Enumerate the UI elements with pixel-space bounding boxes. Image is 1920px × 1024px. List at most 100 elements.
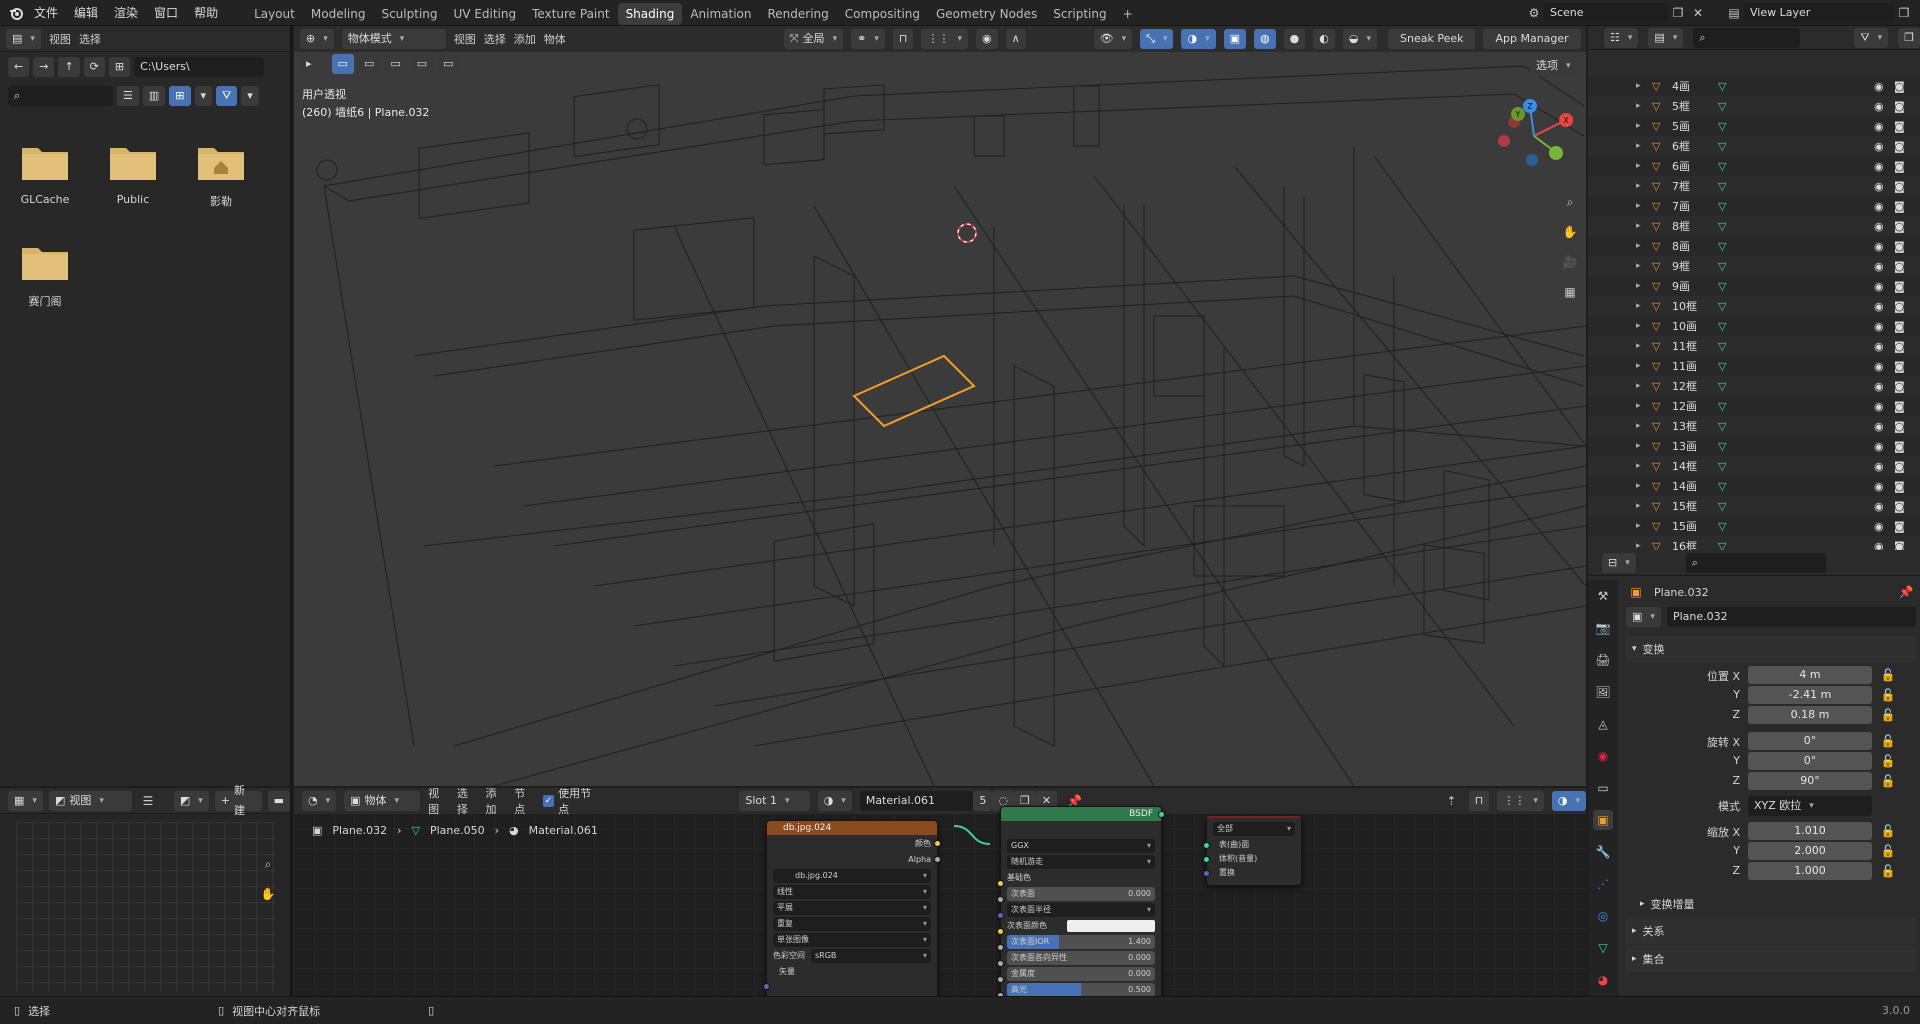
- sneak-peek-button[interactable]: Sneak Peek: [1388, 29, 1476, 49]
- xray-toggle[interactable]: ▣: [1223, 29, 1247, 49]
- render-camera-icon[interactable]: ◙: [1894, 240, 1905, 253]
- render-camera-icon[interactable]: ◙: [1894, 220, 1905, 233]
- zoom-icon[interactable]: ⌕: [1560, 192, 1580, 212]
- shading-material-button[interactable]: ◐: [1313, 29, 1335, 49]
- outliner-row[interactable]: ▸ ▽ 14画 ▽ ◉ ◙: [1588, 476, 1920, 496]
- eye-icon[interactable]: ◉: [1874, 300, 1884, 313]
- material-tab-icon[interactable]: ◕: [1593, 970, 1613, 990]
- expand-arrow-icon[interactable]: ▸: [1636, 521, 1641, 531]
- rotation-z-field[interactable]: 90°: [1748, 772, 1872, 790]
- lock-scale-z-icon[interactable]: 🔓: [1878, 861, 1898, 881]
- lock-rotation-z-icon[interactable]: 🔓: [1878, 771, 1898, 791]
- eye-icon[interactable]: ◉: [1874, 440, 1884, 453]
- app-manager-button[interactable]: App Manager: [1483, 29, 1581, 49]
- eye-icon[interactable]: ◉: [1874, 360, 1884, 373]
- outliner-row[interactable]: ▸ ▽ 7框 ▽ ◉ ◙: [1588, 176, 1920, 196]
- render-camera-icon[interactable]: ◙: [1894, 500, 1905, 513]
- file-menu-view[interactable]: 视图: [49, 31, 71, 47]
- render-camera-icon[interactable]: ◙: [1894, 440, 1905, 453]
- select-box-intersect-button[interactable]: ▭: [437, 54, 460, 74]
- file-menu-select[interactable]: 选择: [79, 31, 101, 47]
- menu-edit[interactable]: 编辑: [66, 0, 106, 26]
- overlays-toggle[interactable]: ◑: [1181, 29, 1216, 49]
- pin-icon[interactable]: 📌: [1896, 582, 1916, 602]
- render-camera-icon[interactable]: ◙: [1894, 520, 1905, 533]
- outliner-row[interactable]: ▸ ▽ 5画 ▽ ◉ ◙: [1588, 116, 1920, 136]
- lock-scale-y-icon[interactable]: 🔓: [1878, 841, 1898, 861]
- outliner-row[interactable]: ▸ ▽ 12框 ▽ ◉ ◙: [1588, 376, 1920, 396]
- eye-icon[interactable]: ◉: [1874, 260, 1884, 273]
- view-layer-icon[interactable]: ▤: [1724, 3, 1744, 23]
- render-camera-icon[interactable]: ◙: [1894, 280, 1905, 293]
- eye-icon[interactable]: ◉: [1874, 340, 1884, 353]
- expand-arrow-icon[interactable]: ▸: [1636, 101, 1641, 111]
- tab-animation[interactable]: Animation: [682, 3, 759, 25]
- view-layer-name-field[interactable]: View Layer: [1744, 3, 1894, 23]
- outliner-row[interactable]: ▸ ▽ 8框 ▽ ◉ ◙: [1588, 216, 1920, 236]
- expand-arrow-icon[interactable]: ▸: [1636, 141, 1641, 151]
- scene-icon[interactable]: ⚙: [1524, 3, 1544, 23]
- path-field[interactable]: C:\Users\: [134, 57, 265, 77]
- render-camera-icon[interactable]: ◙: [1894, 400, 1905, 413]
- expand-arrow-icon[interactable]: ▸: [1636, 161, 1641, 171]
- eye-icon[interactable]: ◉: [1874, 380, 1884, 393]
- eye-icon[interactable]: ◉: [1874, 80, 1884, 93]
- tab-scripting[interactable]: Scripting: [1045, 3, 1114, 25]
- expand-arrow-icon[interactable]: ▸: [1636, 201, 1641, 211]
- displacement-input-socket[interactable]: [1203, 870, 1210, 877]
- mesh-data-icon[interactable]: ▽: [1718, 180, 1726, 193]
- proportional-falloff-dropdown[interactable]: ∧: [1005, 29, 1026, 49]
- eye-icon[interactable]: ◉: [1874, 420, 1884, 433]
- view-layer-tab-icon[interactable]: 🖼: [1593, 682, 1613, 702]
- new-scene-icon[interactable]: ❐: [1668, 3, 1688, 23]
- alpha-output-socket[interactable]: [934, 856, 941, 863]
- shading-solid-button[interactable]: ●: [1283, 29, 1306, 49]
- render-camera-icon[interactable]: ◙: [1894, 480, 1905, 493]
- render-camera-icon[interactable]: ◙: [1894, 100, 1905, 113]
- subsurface-aniso-input-socket[interactable]: [997, 960, 1004, 967]
- lock-location-x-icon[interactable]: 🔓: [1878, 665, 1898, 685]
- image-datablock-field[interactable]: db.jpg.024: [773, 869, 931, 883]
- shading-rendered-button[interactable]: ◒: [1342, 29, 1377, 49]
- object-name-field[interactable]: Plane.032: [1666, 607, 1916, 627]
- scale-x-field[interactable]: 1.010: [1748, 822, 1872, 840]
- navigation-gizmo[interactable]: X Z Y: [1494, 96, 1574, 186]
- scale-y-field[interactable]: 2.000: [1748, 842, 1872, 860]
- expand-arrow-icon[interactable]: ▸: [1636, 121, 1641, 131]
- snap-target-dropdown[interactable]: ⋮⋮: [921, 29, 968, 49]
- subsurface-radius-input-socket[interactable]: [997, 912, 1004, 919]
- scene-name-field[interactable]: Scene: [1544, 3, 1668, 23]
- lock-rotation-x-icon[interactable]: 🔓: [1878, 731, 1898, 751]
- vector-input-socket[interactable]: [763, 983, 770, 990]
- new-view-layer-icon[interactable]: ❐: [1894, 3, 1914, 23]
- eye-icon[interactable]: ◉: [1874, 100, 1884, 113]
- delta-transform-subpanel[interactable]: ▸ 变换增量: [1626, 892, 1916, 916]
- object-tab-icon[interactable]: ▣: [1593, 810, 1613, 830]
- distribution-dropdown[interactable]: GGX: [1007, 839, 1155, 853]
- editor-type-button[interactable]: ⊕: [300, 29, 334, 49]
- outliner-row[interactable]: ▸ ▽ 12画 ▽ ◉ ◙: [1588, 396, 1920, 416]
- rotation-mode-dropdown[interactable]: XYZ 欧拉: [1748, 796, 1872, 816]
- subsurface-method-dropdown[interactable]: 随机游走: [1007, 855, 1155, 869]
- blender-logo-icon[interactable]: [6, 3, 26, 23]
- expand-arrow-icon[interactable]: ▸: [1636, 401, 1641, 411]
- render-camera-icon[interactable]: ◙: [1894, 320, 1905, 333]
- location-y-field[interactable]: -2.41 m: [1748, 686, 1872, 704]
- visibility-dropdown[interactable]: 👁: [1093, 29, 1133, 49]
- location-x-field[interactable]: 4 m: [1748, 666, 1872, 684]
- new-folder-button[interactable]: ⊞: [108, 57, 131, 77]
- eye-icon[interactable]: ◉: [1874, 120, 1884, 133]
- select-tool-button[interactable]: ▸: [300, 54, 318, 74]
- projection-dropdown[interactable]: 平展: [773, 901, 931, 915]
- outliner-row[interactable]: ▸ ▽ 10框 ▽ ◉ ◙: [1588, 296, 1920, 316]
- display-list-vertical-button[interactable]: ☰: [117, 86, 139, 106]
- relations-panel-header[interactable]: ▸ 关系: [1626, 918, 1916, 944]
- editor-type-button[interactable]: ▤: [6, 28, 41, 49]
- mesh-data-icon[interactable]: ▽: [1718, 360, 1726, 373]
- subsurface-radius-dropdown[interactable]: 次表面半径: [1007, 903, 1155, 917]
- material-output-node[interactable]: 全部 表(曲)面 体积(音量) 置换: [1203, 816, 1302, 886]
- render-camera-icon[interactable]: ◙: [1894, 260, 1905, 273]
- wireframe-scene[interactable]: [294, 26, 1586, 786]
- outliner-row[interactable]: ▸ ▽ 9框 ▽ ◉ ◙: [1588, 256, 1920, 276]
- principled-bsdf-node[interactable]: BSDF GGX 随机游走 基础色 次表面0.000 次表面半径 次表面颜色 次…: [997, 806, 1165, 996]
